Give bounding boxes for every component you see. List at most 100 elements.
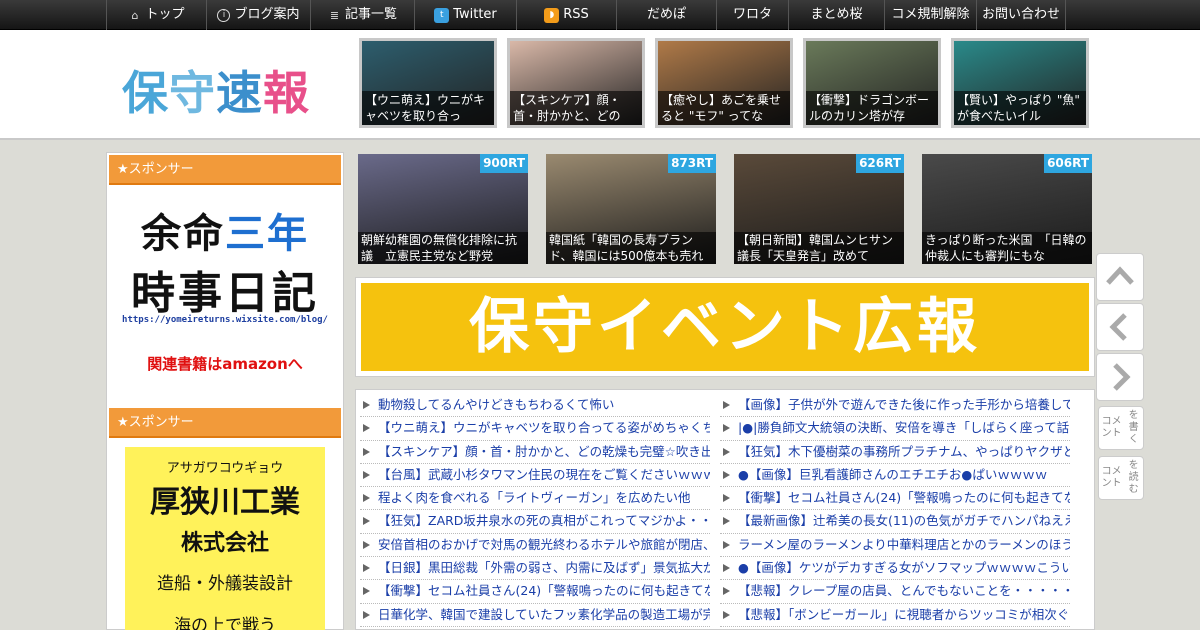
nav-item-label: トップ — [145, 7, 185, 22]
list-icon: ≣ — [329, 8, 340, 22]
nav-item-label: ブログ案内 — [234, 7, 300, 22]
header-thumbnail[interactable]: 【ウニ萌え】ウニがキャベツを取り合っ — [359, 38, 497, 128]
ad-asagawa-banner[interactable]: アサガワコウギョウ 厚狭川工業 株式会社 造船・外艤装設計 海の上で戦う — [125, 447, 325, 630]
article-link[interactable]: 【悲報】クレープ屋の店員、とんでもないことを・・・・・・ — [720, 580, 1070, 604]
ad-yomei-banner[interactable]: 余命三年 時事日記 https://yomeireturns.wixsite.c… — [109, 191, 341, 381]
chevron-up-icon — [1106, 266, 1134, 285]
chevron-right-icon — [1113, 363, 1131, 391]
article-link[interactable]: 【画像】子供が外で遊んできた後に作った手形から培養してみ — [720, 394, 1070, 418]
ranking-thumbnail[interactable]: 606RT きっぱり断った米国 「日韓の仲裁人にも審判にもな — [922, 154, 1092, 264]
amazon-link[interactable]: 関連書籍はamazonへ — [109, 353, 341, 374]
prev-article-button[interactable] — [1096, 303, 1144, 351]
ad-company-type: 株式会社 — [180, 530, 269, 556]
thumbnail-caption: きっぱり断った米国 「日韓の仲裁人にも審判にもな — [922, 232, 1092, 264]
article-link[interactable]: ラーメン屋のラーメンより中華料理店とかのラーメンのほうが — [720, 534, 1070, 558]
nav-item-label: Twitter — [453, 7, 497, 22]
thumbnail-caption: 韓国紙「韓国の長寿ブランド、韓国には500億本も売れ — [546, 232, 716, 264]
retweet-count-badge: 626RT — [856, 154, 904, 173]
thumbnail-caption: 【スキンケア】顔・首・肘かかと、どの — [510, 91, 642, 125]
nav-item-label: コメ規制解除 — [891, 7, 970, 22]
article-link[interactable]: 【日銀】黒田総裁「外需の弱さ、内需に及ばず」景気拡大が続 — [360, 557, 710, 581]
thumbnail-caption: 朝鮮幼稚園の無償化排除に抗議 立憲民主党など野党 — [358, 232, 528, 264]
comment-read-button[interactable]: コメント を読む — [1098, 456, 1144, 500]
sponsor-heading: ★スポンサー — [109, 155, 341, 185]
ad-company-name: 厚狭川工業 — [150, 485, 300, 520]
retweet-count-badge: 873RT — [668, 154, 716, 173]
logo-char: 守 — [169, 66, 216, 120]
ad-url: https://yomeireturns.wixsite.com/blog/ — [122, 315, 328, 325]
thumbnail-caption: 【癒やし】あごを乗せると "モフ" ってな — [658, 91, 790, 125]
logo-char: 速 — [216, 66, 263, 120]
right-link-column: 【画像】子供が外で遊んできた後に作った手形から培養してみ |●|勝負師文大統領の決… — [720, 394, 1070, 627]
info-icon: i — [217, 8, 231, 22]
header-thumbnail[interactable]: 【スキンケア】顔・首・肘かかと、どの — [507, 38, 645, 128]
left-link-column: 動物殺してるんやけどきもちわるくて怖い 【ウニ萌え】ウニがキャベツを取り合ってる姿… — [360, 394, 710, 627]
retweet-count-badge: 606RT — [1044, 154, 1092, 173]
article-link[interactable]: 日華化学、韓国で建設していたフッ素化学品の製造工場が完成 — [360, 604, 710, 627]
article-link[interactable]: 【狂気】ZARD坂井泉水の死の真相がこれってマジかよ・・・ — [360, 510, 710, 534]
ad-company-kana: アサガワコウギョウ — [166, 461, 284, 476]
nav-item-label: お問い合わせ — [981, 7, 1060, 22]
sponsor-heading: ★スポンサー — [109, 408, 341, 438]
article-link[interactable]: 【台風】武蔵小杉タワマン住民の現在をご覧くださいｗｗｗｗ — [360, 464, 710, 488]
article-link[interactable]: 安倍首相のおかげで対馬の観光終わるホテルや旅館が閉店、従 — [360, 534, 710, 558]
ad-title-line2: 時事日記 — [131, 268, 319, 319]
nav-item[interactable]: i ブログ案内 — [206, 0, 310, 30]
article-link[interactable]: ●【画像】巨乳看護師さんのエチエチお●ぱいｗｗｗｗ — [720, 464, 1070, 488]
thumbnail-caption: 【ウニ萌え】ウニがキャベツを取り合っ — [362, 91, 494, 125]
home-icon: ⌂ — [131, 8, 139, 22]
ad-company-desc: 造船・外艤装設計 — [157, 574, 293, 594]
nav-item[interactable]: ⌂ トップ — [106, 0, 206, 30]
next-article-button[interactable] — [1096, 353, 1144, 401]
twitter-icon: t — [434, 7, 450, 23]
ad-company-extra: 海の上で戦う — [174, 616, 276, 630]
article-link[interactable]: 【衝撃】セコム社員さん(24)「警報鳴ったのに何も起きてないや — [720, 487, 1070, 511]
site-header: 保守速報 【ウニ萌え】ウニがキャベツを取り合っ 【スキンケア】顔・首・肘かかと、ど… — [0, 30, 1200, 140]
ranking-thumbnail[interactable]: 873RT 韓国紙「韓国の長寿ブランド、韓国には500億本も売れ — [546, 154, 716, 264]
nav-item-label: RSS — [563, 7, 589, 22]
header-thumbnail[interactable]: 【衝撃】ドラゴンボールのカリン塔が存 — [803, 38, 941, 128]
ranking-thumbnail[interactable]: 626RT 【朝日新聞】韓国ムンヒサン議長「天皇発言」改めて — [734, 154, 904, 264]
article-link[interactable]: 動物殺してるんやけどきもちわるくて怖い — [360, 394, 710, 418]
article-link[interactable]: 【ウニ萌え】ウニがキャベツを取り合ってる姿がめちゃくちゃ — [360, 417, 710, 441]
article-link[interactable]: 【悲報】「ボンビーガール」に視聴者からツッコミが相次ぐ・ — [720, 604, 1070, 627]
event-banner[interactable]: 保守イベント広報 — [361, 283, 1089, 371]
nav-item[interactable]: ≣ 記事一覧 — [310, 0, 414, 30]
ad-title-line1: 余命三年 — [141, 211, 309, 257]
thumbnail-caption: 【朝日新聞】韓国ムンヒサン議長「天皇発言」改めて — [734, 232, 904, 264]
site-logo[interactable]: 保守速報 — [122, 57, 310, 123]
logo-char: 報 — [263, 66, 310, 120]
nav-item[interactable]: ワロタ — [716, 0, 788, 30]
thumbnail-caption: 【衝撃】ドラゴンボールのカリン塔が存 — [806, 91, 938, 125]
nav-item-label: まとめ桜 — [810, 7, 863, 22]
article-link[interactable]: 【最新画像】辻希美の長女(11)の色気がガチでハンパねええぇ — [720, 510, 1070, 534]
nav-item-label: 記事一覧 — [344, 7, 397, 22]
article-link-lists: 動物殺してるんやけどきもちわるくて怖い 【ウニ萌え】ウニがキャベツを取り合ってる姿… — [355, 389, 1095, 630]
article-link[interactable]: 【狂気】木下優樹菜の事務所プラチナム、やっぱりヤクザとズ — [720, 441, 1070, 464]
ranking-thumbnail[interactable]: 900RT 朝鮮幼稚園の無償化排除に抗議 立憲民主党など野党 — [358, 154, 528, 264]
scroll-top-button[interactable] — [1096, 253, 1144, 301]
nav-item[interactable]: まとめ桜 — [788, 0, 884, 30]
comment-write-button[interactable]: コメント を書く — [1098, 406, 1144, 450]
article-link[interactable]: 程よく肉を食べれる「ライトヴィーガン」を広めたい他 — [360, 487, 710, 511]
article-link[interactable]: 【スキンケア】顔・首・肘かかと、どの乾燥も完璧☆吹き出物 — [360, 441, 710, 464]
nav-item[interactable]: だめぽ — [616, 0, 716, 30]
event-banner-frame: 保守イベント広報 — [355, 277, 1095, 377]
header-thumbnail[interactable]: 【癒やし】あごを乗せると "モフ" ってな — [655, 38, 793, 128]
article-link[interactable]: 【衝撃】セコム社員さん(24)「警報鳴ったのに何も起きてないや — [360, 580, 710, 604]
nav-item[interactable]: お問い合わせ — [976, 0, 1066, 30]
rss-icon: ◗ — [544, 7, 560, 23]
logo-char: 保 — [122, 66, 169, 120]
nav-item-label: ワロタ — [732, 7, 772, 22]
nav-item-label: だめぽ — [646, 7, 686, 22]
nav-item[interactable]: コメ規制解除 — [884, 0, 976, 30]
sidebar: ★スポンサー 余命三年 時事日記 https://yomeireturns.wi… — [106, 152, 344, 630]
header-thumbnail[interactable]: 【賢い】やっぱり "魚" が食べたいイル — [951, 38, 1089, 128]
retweet-count-badge: 900RT — [480, 154, 528, 173]
chevron-left-icon — [1109, 313, 1127, 341]
article-link[interactable]: |●|勝負師文大統領の決断、安倍を導き「しばらく座って話をし — [720, 417, 1070, 441]
top-navigation: ⌂ トップ i ブログ案内 ≣ 記事一覧 t Twitter ◗ RSS だめぽ ワロタ まとめ桜 コメ規… — [0, 0, 1200, 30]
nav-item[interactable]: ◗ RSS — [516, 0, 616, 30]
nav-item[interactable]: t Twitter — [414, 0, 516, 30]
article-link[interactable]: ●【画像】ケツがデカすぎる女がソフマップｗｗｗｗこういうの — [720, 557, 1070, 581]
